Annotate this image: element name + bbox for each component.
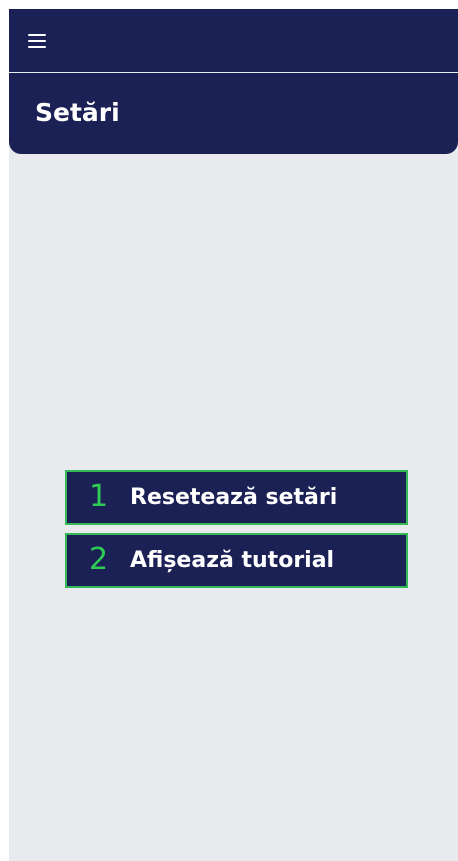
settings-screen: Setări 1 Resetează setări 2 Afișează tut… — [9, 9, 458, 861]
show-tutorial-label: Afișează tutorial — [130, 548, 335, 573]
page-header: Setări — [9, 73, 458, 154]
reset-settings-number: 1 — [89, 479, 109, 514]
show-tutorial-button[interactable]: 2 Afișează tutorial — [65, 533, 408, 588]
hamburger-menu-icon[interactable] — [28, 34, 46, 48]
menu-line-icon — [28, 46, 46, 48]
reset-settings-label: Resetează setări — [130, 485, 338, 510]
top-navigation-bar — [9, 9, 458, 73]
settings-actions: 1 Resetează setări 2 Afișează tutorial — [65, 470, 408, 596]
reset-settings-button[interactable]: 1 Resetează setări — [65, 470, 408, 525]
menu-line-icon — [28, 40, 46, 42]
menu-line-icon — [28, 34, 46, 36]
page-title: Setări — [35, 98, 120, 127]
show-tutorial-number: 2 — [89, 542, 109, 577]
